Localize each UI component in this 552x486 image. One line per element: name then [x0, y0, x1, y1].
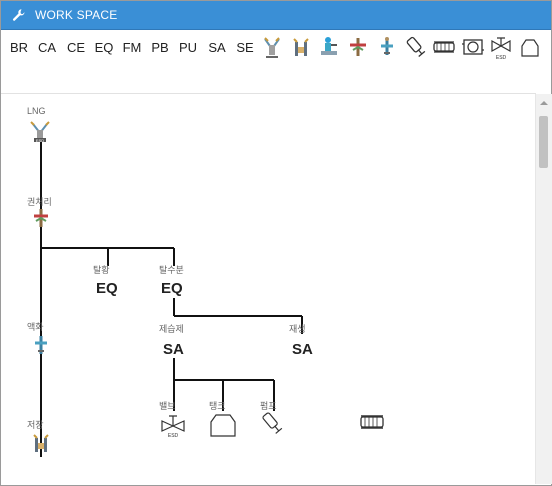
- toolbar: BR CA CE EQ FM PB PU SA SE ESD: [1, 30, 551, 64]
- pillar-lng-icon[interactable]: [259, 33, 285, 61]
- toolbar-button-ce[interactable]: CE: [63, 33, 89, 61]
- tilted-valve-icon[interactable]: [258, 409, 288, 444]
- svg-text:ESD: ESD: [36, 138, 44, 143]
- diagram-canvas[interactable]: LNG ESD 권처리 액화 저장 탈황 EQ 탈수분 EQ 제습제 SA 재생…: [1, 94, 535, 484]
- lng-station-icon[interactable]: ESD: [29, 120, 51, 149]
- toolbar-button-br[interactable]: BR: [6, 33, 32, 61]
- node-label-sa-1: 제습제: [159, 324, 184, 334]
- window-title: WORK SPACE: [35, 8, 118, 22]
- svg-text:ESD: ESD: [496, 55, 507, 61]
- node-label-leaf-1: 밸브: [159, 401, 176, 411]
- gate-icon[interactable]: [31, 432, 51, 459]
- esd-valve-icon[interactable]: ESD: [488, 33, 514, 61]
- node-label-eq-2: 탈수분: [159, 265, 184, 275]
- sa-node-2[interactable]: SA: [292, 341, 313, 358]
- workspace-window: WORK SPACE BR CA CE EQ FM PB PU SA SE ES…: [0, 0, 552, 486]
- scroll-up-arrow-icon[interactable]: [536, 96, 552, 108]
- eq-node-1[interactable]: EQ: [96, 280, 118, 297]
- sa-node-1[interactable]: SA: [163, 341, 184, 358]
- vertical-scrollbar[interactable]: [535, 94, 552, 484]
- toolbar-button-eq[interactable]: EQ: [91, 33, 117, 61]
- toolbar-button-pu[interactable]: PU: [175, 33, 201, 61]
- gate-icon[interactable]: [288, 33, 314, 61]
- reactor-icon[interactable]: [316, 33, 342, 61]
- heat-exchanger-icon[interactable]: [431, 33, 457, 61]
- distributor-icon[interactable]: [345, 33, 371, 61]
- toolbar-button-ca[interactable]: CA: [34, 33, 60, 61]
- node-label-sa-2: 재생: [289, 324, 306, 334]
- tank-icon[interactable]: [208, 408, 238, 443]
- heat-exchanger-icon[interactable]: [358, 412, 386, 437]
- node-label-trunk-3: 액화: [27, 322, 44, 332]
- title-bar: WORK SPACE: [1, 1, 551, 30]
- sprayer-icon[interactable]: [374, 33, 400, 61]
- toolbar-button-sa[interactable]: SA: [204, 33, 230, 61]
- esd-valve-icon[interactable]: ESD: [159, 412, 187, 443]
- node-label-lng: LNG: [27, 106, 46, 116]
- tank-icon[interactable]: [517, 33, 543, 61]
- node-label-eq-1: 탈황: [93, 265, 110, 275]
- sprayer-icon[interactable]: [31, 334, 51, 361]
- scrollbar-thumb[interactable]: [539, 116, 548, 168]
- eq-node-2[interactable]: EQ: [161, 280, 183, 297]
- toolbar-button-se[interactable]: SE: [232, 33, 258, 61]
- node-label-trunk-4: 저장: [27, 420, 44, 430]
- toolbar-button-pb[interactable]: PB: [147, 33, 173, 61]
- drum-unit-icon[interactable]: [460, 33, 486, 61]
- tilted-valve-icon[interactable]: [403, 33, 429, 61]
- wrench-icon: [12, 8, 26, 22]
- distributor-icon[interactable]: [31, 207, 51, 234]
- svg-text:ESD: ESD: [168, 433, 179, 438]
- toolbar-button-fm[interactable]: FM: [119, 33, 145, 61]
